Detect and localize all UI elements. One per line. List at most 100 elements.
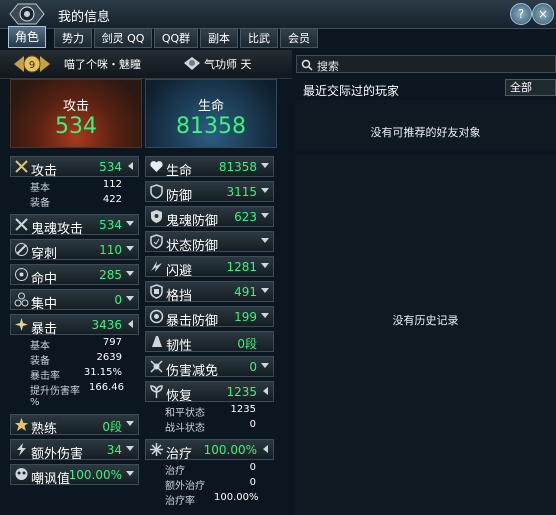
expand-arrow-icon[interactable] [261, 213, 269, 218]
tab-faction[interactable]: 势力 [54, 28, 92, 48]
expand-arrow-icon[interactable] [126, 421, 134, 426]
expand-arrow-icon[interactable] [261, 263, 269, 268]
stat-row-block[interactable]: 格挡 491 [145, 281, 274, 304]
tab-character[interactable]: 角色 [8, 26, 46, 48]
stat-row-damage-reduction[interactable]: 伤害减免 0 [145, 356, 274, 379]
stat-label: 生命 [166, 164, 193, 179]
stat-value: 0 [114, 293, 122, 307]
target-icon [15, 268, 28, 281]
tab-membership[interactable]: 会员 [280, 28, 318, 48]
attack-summary-label: 攻击 [62, 99, 89, 114]
collapse-arrow-icon[interactable] [263, 387, 268, 395]
filter-select[interactable]: 全部 [505, 79, 556, 96]
stat-value: 285 [99, 268, 122, 282]
stat-row-taunt[interactable]: 嘲讽值 100.00% [10, 464, 139, 487]
stat-row-life[interactable]: 生命 81358 [145, 156, 274, 179]
help-button[interactable]: ? [510, 3, 532, 25]
stat-value: 3436 [91, 318, 122, 332]
expand-arrow-icon[interactable] [126, 471, 134, 476]
expand-arrow-icon[interactable] [261, 238, 269, 243]
stat-row-ghost-defense[interactable]: 鬼魂防御 623 [145, 206, 274, 229]
expand-arrow-icon[interactable] [261, 188, 269, 193]
tab-qq-group[interactable]: QQ群 [154, 28, 198, 48]
stat-row-attack[interactable]: 攻击 534 [10, 156, 139, 179]
expand-arrow-icon[interactable] [126, 296, 134, 301]
stat-row-evade[interactable]: 闪避 1281 [145, 256, 274, 279]
heal-icon [150, 443, 163, 456]
stat-row-mastery[interactable]: 熟练 0段 [10, 414, 139, 437]
stat-row-crit-defense[interactable]: 暴击防御 199 [145, 306, 274, 329]
stat-label: 闪避 [166, 264, 193, 279]
damage-reduce-icon [150, 360, 163, 373]
life-summary-panel: 生命 81358 [145, 79, 277, 148]
stat-row-heal[interactable]: 治疗 100.00% [145, 439, 274, 462]
expand-arrow-icon[interactable] [126, 271, 134, 276]
close-button[interactable]: × [532, 3, 554, 25]
collapse-arrow-icon[interactable] [263, 445, 268, 453]
crit-sub-value: 2639 [96, 352, 122, 363]
expand-arrow-icon[interactable] [261, 313, 269, 318]
title-badge-icon[interactable]: 9 [10, 53, 54, 75]
stat-label: 命中 [31, 272, 58, 287]
expand-arrow-icon[interactable] [261, 288, 269, 293]
attack-summary-panel: 攻击 534 [10, 79, 142, 148]
collapse-arrow-icon[interactable] [128, 320, 133, 328]
stat-row-pierce[interactable]: 穿刺 110 [10, 239, 139, 262]
stat-row-ghost-attack[interactable]: 鬼魂攻击 534 [10, 214, 139, 237]
tab-dungeon[interactable]: 副本 [200, 28, 238, 48]
search-placeholder: 搜索 [317, 60, 339, 73]
stat-value: 199 [234, 310, 257, 324]
stat-value: 0 [249, 360, 257, 374]
tab-arena[interactable]: 比武 [240, 28, 278, 48]
recommended-friends-pane: 没有可推荐的好友对象 [295, 100, 556, 150]
stat-row-extra-damage[interactable]: 额外伤害 34 [10, 439, 139, 462]
stat-label: 鬼魂攻击 [31, 222, 84, 237]
stat-label: 熟练 [31, 422, 58, 437]
title-name-2: 气功师 天 [204, 58, 252, 71]
heal-sub-value: 100.00% [214, 492, 259, 503]
stat-label: 韧性 [166, 339, 193, 354]
stat-label: 伤害减免 [166, 364, 219, 379]
status-shield-icon [150, 234, 163, 249]
expand-arrow-icon[interactable] [261, 163, 269, 168]
stat-row-focus[interactable]: 集中 0 [10, 289, 139, 312]
stat-value: 100.00% [68, 468, 122, 482]
tab-jianling-qq[interactable]: 剑灵 QQ [94, 28, 152, 48]
stat-label: 穿刺 [31, 247, 58, 262]
stat-row-recovery[interactable]: 恢复 1235 [145, 381, 274, 404]
focus-icon [14, 292, 29, 307]
heal-sub-value: 0 [249, 477, 256, 488]
crit-sub-label: 装备 [30, 356, 50, 367]
no-history-message: 没有历史记录 [392, 314, 459, 327]
attack-sub-value: 112 [102, 179, 122, 190]
expand-arrow-icon[interactable] [126, 446, 134, 451]
collapse-arrow-icon[interactable] [128, 162, 133, 170]
stat-value: 0段 [237, 337, 257, 351]
toughness-icon [152, 336, 162, 347]
expand-arrow-icon[interactable] [126, 221, 134, 226]
stat-value: 34 [106, 443, 122, 457]
stat-row-defense[interactable]: 防御 3115 [145, 181, 274, 204]
heart-icon [150, 161, 163, 172]
history-pane: 没有历史记录 [295, 155, 556, 515]
evade-icon [151, 261, 162, 272]
recovery-sub-label: 战斗状态 [165, 423, 205, 434]
stat-row-toughness[interactable]: 韧性 0段 [145, 331, 274, 354]
no-friends-message: 没有可推荐的好友对象 [370, 126, 481, 139]
stat-row-critical[interactable]: 暴击 3436 [10, 314, 139, 337]
stat-row-status-defense[interactable]: 状态防御 [145, 231, 274, 254]
stat-row-accuracy[interactable]: 命中 285 [10, 264, 139, 287]
heal-sub-label: 额外治疗 [165, 481, 205, 492]
search-input[interactable]: 搜索 [296, 55, 556, 73]
heal-sub-label: 治疗 [165, 466, 185, 477]
heal-sub-value: 0 [249, 462, 256, 473]
stat-label: 暴击 [31, 322, 58, 337]
expand-arrow-icon[interactable] [126, 246, 134, 251]
mastery-icon [15, 418, 28, 431]
title-bar: 我的信息 ? × [0, 0, 556, 29]
window-title: 我的信息 [58, 10, 111, 25]
expand-arrow-icon[interactable] [261, 363, 269, 368]
taunt-icon [15, 468, 28, 480]
crit-sub-value: 31.15% [83, 367, 122, 378]
crossed-swords-icon [15, 160, 28, 173]
